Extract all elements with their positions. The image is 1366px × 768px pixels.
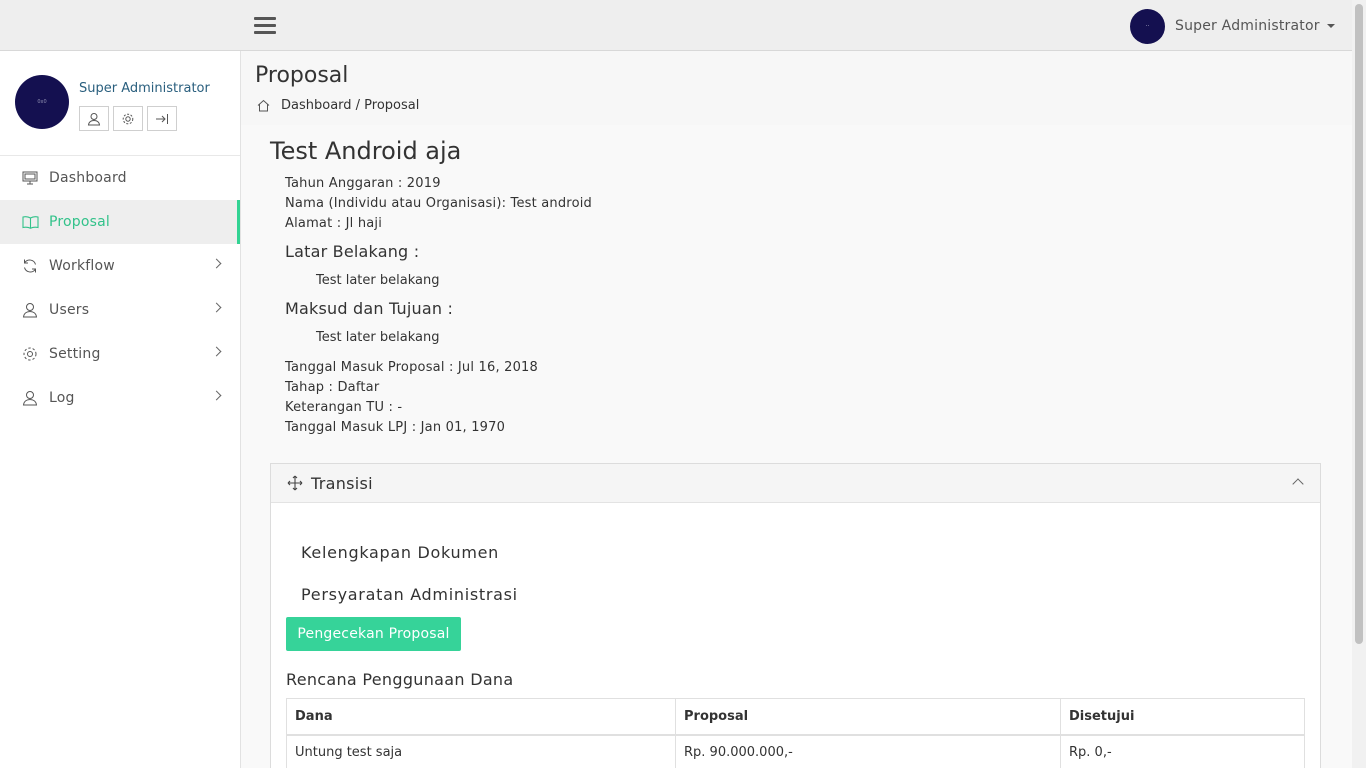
sidebar-item-users[interactable]: Users: [0, 288, 240, 332]
settings-button[interactable]: [113, 106, 143, 131]
sidebar-item-label: Log: [49, 390, 75, 406]
hamburger-icon[interactable]: [254, 17, 276, 35]
gear-icon: [21, 345, 39, 363]
chevron-right-icon: [211, 258, 222, 269]
column-header: Dana: [286, 698, 676, 736]
move-icon[interactable]: [287, 475, 303, 491]
tanggal-masuk-lpj: Tanggal Masuk LPJ : Jan 01, 1970: [285, 420, 506, 435]
scrollbar-thumb[interactable]: [1355, 4, 1363, 644]
transisi-panel: Transisi Kelengkapan Dokumen Persyaratan…: [270, 463, 1321, 768]
latar-belakang-title: Latar Belakang :: [285, 242, 420, 261]
monitor-icon: [21, 169, 39, 187]
pengecekan-proposal-button[interactable]: Pengecekan Proposal: [286, 617, 461, 651]
table-cell: Rp. 0,-: [1060, 734, 1305, 768]
sidebar-item-dashboard[interactable]: Dashboard: [0, 156, 240, 200]
sidebar-item-label: Users: [49, 302, 90, 318]
alamat: Alamat : Jl haji: [285, 216, 383, 231]
column-header: Proposal: [675, 698, 1061, 736]
profile-avatar: 0x0: [15, 75, 69, 129]
tanggal-masuk-proposal: Tanggal Masuk Proposal : Jul 16, 2018: [285, 360, 538, 375]
maksud-tujuan-body: Test later belakang: [316, 330, 440, 345]
panel-header: Transisi: [271, 464, 1320, 503]
sidebar-item-label: Proposal: [49, 214, 111, 230]
user-menu-name: Super Administrator: [1175, 18, 1320, 34]
page-scrollbar[interactable]: [1352, 0, 1366, 768]
chevron-right-icon: [211, 390, 222, 401]
user-menu-dropdown[interactable]: ·· Super Administrator: [1130, 8, 1335, 44]
sidebar: 0x0 Super Administrator Dashboard Propos…: [0, 51, 241, 768]
table-cell: Untung test saja: [286, 734, 676, 768]
table-cell: Rp. 90.000.000,-: [675, 734, 1061, 768]
user-icon: [87, 112, 101, 125]
rencana-title: Rencana Penggunaan Dana: [286, 670, 514, 689]
book-icon: [21, 213, 39, 231]
sidebar-item-setting[interactable]: Setting: [0, 332, 240, 376]
keterangan-tu: Keterangan TU : -: [285, 400, 403, 415]
page-title: Proposal: [255, 63, 349, 88]
content-header: Proposal Dashboard / Proposal: [241, 51, 1352, 125]
nama-pengaju: Nama (Individu atau Organisasi): Test an…: [285, 196, 592, 211]
sidebar-item-label: Workflow: [49, 258, 115, 274]
table-header-row: Dana Proposal Disetujui: [286, 698, 1305, 736]
avatar: ··: [1130, 8, 1165, 44]
latar-belakang-body: Test later belakang: [316, 273, 440, 288]
sidebar-item-workflow[interactable]: Workflow: [0, 244, 240, 288]
user-icon: [21, 389, 39, 407]
sidebar-item-label: Dashboard: [49, 170, 127, 186]
top-navbar: ·· Super Administrator: [0, 0, 1352, 51]
sidebar-profile: 0x0 Super Administrator: [0, 51, 240, 156]
tahun-anggaran: Tahun Anggaran : 2019: [285, 176, 441, 191]
chevron-right-icon: [211, 302, 222, 313]
panel-title: Transisi: [311, 474, 373, 493]
caret-down-icon: [1326, 24, 1335, 28]
logout-button[interactable]: [147, 106, 177, 131]
kelengkapan-dokumen[interactable]: Kelengkapan Dokumen: [301, 543, 499, 562]
logout-icon: [156, 113, 168, 124]
refresh-icon: [21, 257, 39, 275]
breadcrumb-text[interactable]: Dashboard / Proposal: [281, 98, 419, 113]
chevron-right-icon: [211, 346, 222, 357]
main-content: Test Android aja Tahun Anggaran : 2019 N…: [241, 125, 1352, 768]
tahap: Tahap : Daftar: [285, 380, 380, 395]
breadcrumb: Dashboard / Proposal: [257, 98, 419, 113]
sidebar-menu: Dashboard Proposal Workflow Users Settin…: [0, 156, 240, 420]
dana-table: Dana Proposal Disetujui Untung test saja…: [286, 698, 1305, 768]
maksud-tujuan-title: Maksud dan Tujuan :: [285, 299, 454, 318]
profile-button[interactable]: [79, 106, 109, 131]
sidebar-item-log[interactable]: Log: [0, 376, 240, 420]
user-icon: [21, 301, 39, 319]
sidebar-item-label: Setting: [49, 346, 101, 362]
gear-icon: [122, 113, 134, 124]
sidebar-item-proposal[interactable]: Proposal: [0, 200, 240, 244]
proposal-title: Test Android aja: [270, 137, 462, 165]
profile-name: Super Administrator: [79, 81, 210, 96]
table-row: Untung test saja Rp. 90.000.000,- Rp. 0,…: [286, 734, 1305, 768]
chevron-up-icon[interactable]: [1292, 478, 1304, 490]
column-header: Disetujui: [1060, 698, 1305, 736]
home-icon[interactable]: [257, 99, 270, 112]
persyaratan-administrasi[interactable]: Persyaratan Administrasi: [301, 585, 518, 604]
